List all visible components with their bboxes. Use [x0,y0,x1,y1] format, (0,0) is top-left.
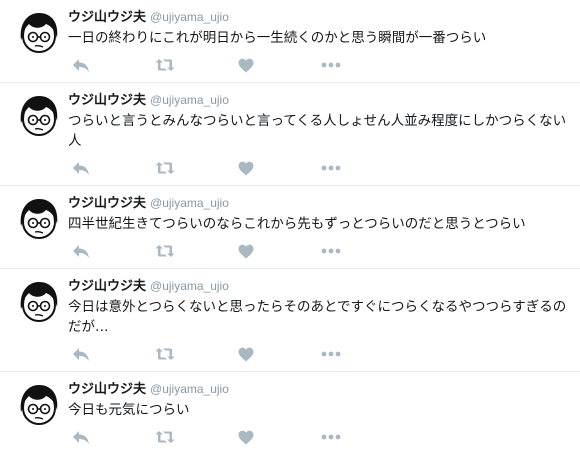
display-name[interactable]: ウジ山ウジ夫 [68,196,146,211]
like-button[interactable] [238,241,321,261]
tweet-text: つらいと言うとみんなつらいと言ってくる人しょせん人並み程度にしかつらくない人 [68,113,567,149]
reply-button[interactable] [72,344,155,364]
tweet-actions [68,48,572,82]
avatar[interactable] [17,279,61,323]
username[interactable]: @ujiyama_ujio [150,382,229,396]
avatar[interactable] [17,382,61,426]
avatar-illustration-icon [20,199,58,240]
tweet-text: 今日は意外とつらくないと思ったらそのあとですぐにつらくなるやつつらすぎるのだが… [68,299,567,335]
reply-icon [73,162,89,175]
more-options-button[interactable] [321,427,404,447]
reply-icon [73,245,89,258]
reply-button[interactable] [72,158,155,178]
retweet-button[interactable] [155,158,238,178]
tweet-item[interactable]: ウジ山ウジ夫 @ujiyama_ujio 今日は意外とつらくないと思ったらそのあと… [0,269,580,372]
tweet-header: ウジ山ウジ夫 @ujiyama_ujio [68,276,572,296]
reply-icon [73,431,89,444]
retweet-icon [155,431,175,443]
retweet-icon [155,348,175,360]
username[interactable]: @ujiyama_ujio [150,93,229,107]
retweet-icon [155,59,175,71]
username[interactable]: @ujiyama_ujio [150,196,229,210]
tweet-text: 一日の終わりにこれが明日から一生続くのかと思う瞬間が一番つらい [68,30,487,46]
username[interactable]: @ujiyama_ujio [150,279,229,293]
tweet-header: ウジ山ウジ夫 @ujiyama_ujio [68,90,572,110]
tweet-actions [68,151,572,185]
like-button[interactable] [238,344,321,364]
more-options-button[interactable] [321,158,404,178]
retweet-button[interactable] [155,55,238,75]
tweet-item[interactable]: ウジ山ウジ夫 @ujiyama_ujio つらいと言うとみんなつらいと言ってくる人… [0,83,580,186]
avatar-illustration-icon [20,282,58,323]
tweet-text: 四半世紀生きてつらいのならこれから先もずっとつらいのだと思うとつらい [68,216,526,232]
like-heart-icon [238,58,254,72]
like-button[interactable] [238,158,321,178]
reply-button[interactable] [72,427,155,447]
more-options-icon [321,62,341,68]
more-options-button[interactable] [321,241,404,261]
display-name[interactable]: ウジ山ウジ夫 [68,382,146,397]
reply-icon [73,59,89,72]
reply-button[interactable] [72,55,155,75]
like-heart-icon [238,430,254,444]
tweet-header: ウジ山ウジ夫 @ujiyama_ujio [68,7,572,27]
display-name[interactable]: ウジ山ウジ夫 [68,279,146,294]
like-heart-icon [238,161,254,175]
tweet-header: ウジ山ウジ夫 @ujiyama_ujio [68,193,572,213]
avatar[interactable] [17,93,61,137]
retweet-icon [155,245,175,257]
more-options-icon [321,434,341,440]
tweet-item[interactable]: ウジ山ウジ夫 @ujiyama_ujio 四半世紀生きてつらいのならこれから先もず… [0,186,580,269]
display-name[interactable]: ウジ山ウジ夫 [68,93,146,108]
tweet-text: 今日も元気につらい [68,402,190,418]
tweet-item[interactable]: ウジ山ウジ夫 @ujiyama_ujio 一日の終わりにこれが明日から一生続くのか… [0,0,580,83]
avatar[interactable] [17,10,61,54]
like-button[interactable] [238,55,321,75]
display-name[interactable]: ウジ山ウジ夫 [68,10,146,25]
more-options-button[interactable] [321,344,404,364]
like-button[interactable] [238,427,321,447]
retweet-icon [155,162,175,174]
retweet-button[interactable] [155,241,238,261]
more-options-icon [321,248,341,254]
retweet-button[interactable] [155,427,238,447]
like-heart-icon [238,347,254,361]
tweet-header: ウジ山ウジ夫 @ujiyama_ujio [68,379,572,399]
username[interactable]: @ujiyama_ujio [150,10,229,24]
avatar-illustration-icon [20,13,58,54]
avatar[interactable] [17,196,61,240]
tweet-actions [68,420,572,454]
more-options-button[interactable] [321,55,404,75]
tweet-timeline: ウジ山ウジ夫 @ujiyama_ujio 一日の終わりにこれが明日から一生続くのか… [0,0,580,454]
more-options-icon [321,165,341,171]
tweet-item[interactable]: ウジ山ウジ夫 @ujiyama_ujio 今日も元気につらい [0,372,580,454]
avatar-illustration-icon [20,385,58,426]
retweet-button[interactable] [155,344,238,364]
more-options-icon [321,351,341,357]
tweet-actions [68,234,572,268]
avatar-illustration-icon [20,96,58,137]
reply-icon [73,348,89,361]
like-heart-icon [238,244,254,258]
reply-button[interactable] [72,241,155,261]
tweet-actions [68,337,572,371]
